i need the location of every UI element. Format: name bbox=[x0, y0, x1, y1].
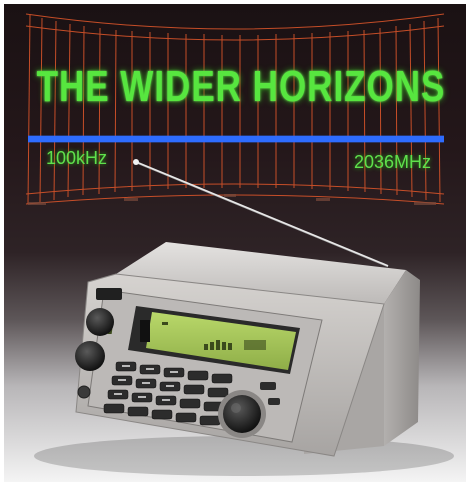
advert-image: THE WIDER HORIZONS 100kHz 2036MHz bbox=[4, 4, 466, 482]
headphone-jack-icon bbox=[77, 385, 91, 399]
radio-scanner-icon bbox=[34, 242, 454, 476]
frequency-high-label: 2036MHz bbox=[354, 152, 432, 172]
volume-knob-icon bbox=[86, 308, 114, 336]
function-button bbox=[260, 382, 276, 390]
tuning-knob-icon bbox=[223, 395, 261, 433]
squelch-knob-icon bbox=[75, 341, 105, 371]
power-switch bbox=[96, 288, 122, 300]
frequency-low-label: 100kHz bbox=[46, 148, 108, 168]
lcd-side-panel bbox=[140, 320, 150, 342]
headline: THE WIDER HORIZONS bbox=[36, 62, 446, 111]
